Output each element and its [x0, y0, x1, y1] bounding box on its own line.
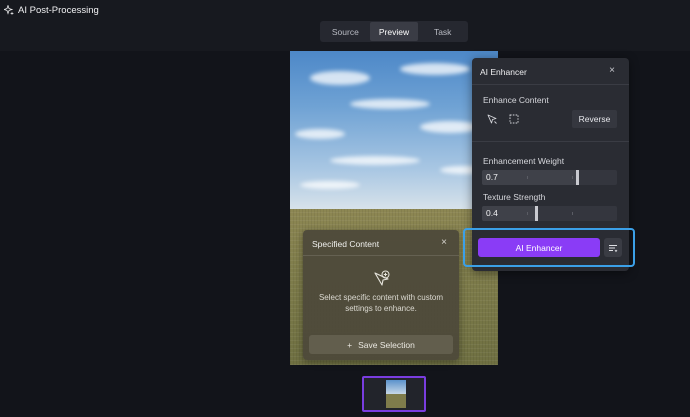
marquee-select-button[interactable]: [506, 111, 522, 127]
slider-tick: [572, 176, 573, 179]
view-tabs: Source Preview Task: [320, 21, 468, 42]
divider: [472, 141, 629, 142]
divider: [472, 84, 629, 85]
save-selection-button[interactable]: + Save Selection: [309, 335, 453, 354]
slider-tick: [527, 176, 528, 179]
texture-strength-slider[interactable]: 0.4: [482, 206, 617, 221]
marquee-select-icon: [509, 114, 519, 124]
texture-strength-value: 0.4: [486, 208, 498, 218]
slider-thumb[interactable]: [576, 170, 579, 185]
top-bar: AI Post-Processing Source Preview Task: [0, 0, 690, 51]
enhancement-weight-value: 0.7: [486, 172, 498, 182]
enhance-content-label: Enhance Content: [483, 95, 549, 105]
sparkle-icon: [4, 5, 14, 15]
enhancement-weight-slider[interactable]: 0.7: [482, 170, 617, 185]
close-icon[interactable]: ×: [609, 65, 615, 76]
options-menu-button[interactable]: [604, 238, 622, 257]
slider-thumb[interactable]: [535, 206, 538, 221]
ai-enhancer-title: AI Enhancer: [480, 67, 527, 77]
app-title: AI Post-Processing: [4, 3, 99, 17]
reverse-button[interactable]: Reverse: [572, 110, 617, 128]
slider-tick: [527, 212, 528, 215]
specified-content-title: Specified Content: [312, 239, 380, 249]
tab-preview[interactable]: Preview: [369, 22, 419, 41]
ai-enhancer-button[interactable]: AI Enhancer: [478, 238, 600, 257]
divider: [303, 255, 459, 256]
specified-content-description: Select specific content with custom sett…: [318, 293, 444, 313]
tab-source[interactable]: Source: [321, 22, 370, 41]
cursor-select-button[interactable]: [484, 111, 500, 127]
save-selection-label: Save Selection: [358, 339, 415, 350]
plus-icon: +: [347, 339, 353, 350]
image-thumbnail[interactable]: [362, 376, 426, 412]
cursor-select-icon: [487, 114, 497, 124]
thumbnail-preview: [386, 380, 406, 408]
select-plus-icon: [374, 270, 390, 286]
list-menu-icon: [609, 244, 618, 252]
close-icon[interactable]: ×: [441, 237, 447, 248]
enhancement-weight-label: Enhancement Weight: [483, 156, 565, 166]
app-title-text: AI Post-Processing: [18, 4, 99, 16]
tab-task[interactable]: Task: [418, 22, 467, 41]
texture-strength-label: Texture Strength: [483, 192, 546, 202]
slider-tick: [572, 212, 573, 215]
sky-region: [290, 51, 498, 209]
specified-content-panel: Specified Content × Select specific cont…: [303, 230, 459, 360]
